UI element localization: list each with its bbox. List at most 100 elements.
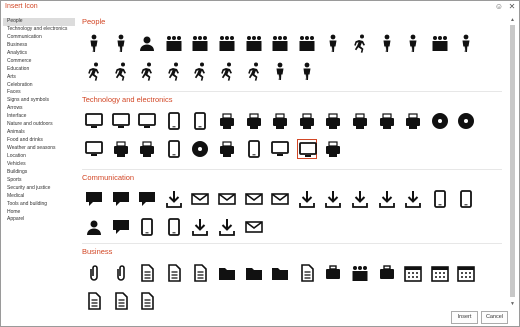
list-document-icon[interactable] [137, 291, 157, 311]
id-card-icon[interactable] [297, 263, 317, 283]
cd-disc-icon[interactable] [430, 111, 450, 131]
sidebar-item-arts[interactable]: Arts [3, 74, 75, 82]
insert-button[interactable]: Insert [451, 311, 478, 324]
television-icon[interactable] [270, 139, 290, 159]
satellite-dish-icon[interactable] [190, 217, 210, 237]
teacher-at-board-icon[interactable] [297, 61, 317, 81]
microphone-icon[interactable] [137, 217, 157, 237]
family-group-icon[interactable] [430, 33, 450, 53]
desktop-computer-icon[interactable] [84, 111, 104, 131]
baby-changing-icon[interactable] [111, 61, 131, 81]
sidebar-item-people[interactable]: People [3, 18, 75, 26]
fax-machine-icon[interactable] [244, 111, 264, 131]
disk-drive-icon[interactable] [403, 111, 423, 131]
sidebar-item-medical[interactable]: Medical [3, 193, 75, 201]
headphones-icon[interactable] [164, 139, 184, 159]
crowd-icon[interactable] [217, 33, 237, 53]
plug-icon[interactable] [137, 139, 157, 159]
cancel-button[interactable]: Cancel [481, 311, 508, 324]
man-icon[interactable] [84, 33, 104, 53]
cloud-sync-icon[interactable] [323, 189, 343, 209]
envelope-icon[interactable] [190, 189, 210, 209]
document-icon[interactable] [137, 263, 157, 283]
scroll-thumb[interactable] [510, 25, 515, 297]
crawling-man-icon[interactable] [137, 61, 157, 81]
printer-icon[interactable] [217, 111, 237, 131]
family-kids-icon[interactable] [297, 33, 317, 53]
speakers-icon[interactable] [217, 139, 237, 159]
close-icon[interactable]: ✕ [507, 2, 517, 12]
wheelchair-icon[interactable] [244, 61, 264, 81]
parent-baby-icon[interactable] [403, 33, 423, 53]
family-icon[interactable] [164, 33, 184, 53]
router-icon[interactable] [350, 111, 370, 131]
sidebar-item-faces[interactable]: Faces [3, 89, 75, 97]
presentation-screen-icon[interactable] [296, 139, 317, 159]
clipboard-icon[interactable] [190, 263, 210, 283]
running-fast-icon[interactable] [190, 61, 210, 81]
man-with-briefcase-icon[interactable] [377, 33, 397, 53]
radio-icon[interactable] [377, 111, 397, 131]
sidebar-item-location[interactable]: Location [3, 153, 75, 161]
calendar-icon[interactable] [403, 263, 423, 283]
sidebar-item-celebration[interactable]: Celebration [3, 82, 75, 90]
report-icon[interactable] [111, 291, 131, 311]
camera-icon[interactable] [456, 111, 476, 131]
calendar-grid-icon[interactable] [430, 263, 450, 283]
remote-control-icon[interactable] [244, 139, 264, 159]
game-controller-icon[interactable] [111, 139, 131, 159]
smile-icon[interactable]: ☺ [494, 2, 504, 12]
elderly-with-cane-icon[interactable] [217, 61, 237, 81]
baby-icon[interactable] [456, 33, 476, 53]
scroll-down-icon[interactable]: ▼ [508, 301, 517, 308]
stapler-icon[interactable] [111, 263, 131, 283]
handshake-icon[interactable] [377, 263, 397, 283]
network-hub-icon[interactable] [164, 189, 184, 209]
checklist-icon[interactable] [84, 291, 104, 311]
server-rack-icon[interactable] [297, 111, 317, 131]
projector-icon[interactable] [323, 139, 343, 159]
laptop-icon[interactable] [111, 111, 131, 131]
team-meeting-icon[interactable] [350, 263, 370, 283]
couple-icon[interactable] [244, 33, 264, 53]
inbox-icon[interactable] [270, 189, 290, 209]
group-icon[interactable] [190, 33, 210, 53]
sidebar-item-arrows[interactable]: Arrows [3, 105, 75, 113]
woman-icon[interactable] [111, 33, 131, 53]
pin-comment-icon[interactable] [111, 217, 131, 237]
sidebar-item-analytics[interactable]: Analytics [3, 50, 75, 58]
mail-icon[interactable] [244, 189, 264, 209]
monitor-icon[interactable] [137, 111, 157, 131]
download-icon[interactable] [297, 189, 317, 209]
scrollbar[interactable]: ▲ ▼ [508, 17, 517, 308]
sidebar-item-technology-and-electronics[interactable]: Technology and electronics [3, 26, 75, 34]
sidebar-item-education[interactable]: Education [3, 66, 75, 74]
sidebar-item-home[interactable]: Home [3, 209, 75, 217]
megaphone-icon[interactable] [164, 217, 184, 237]
sidebar-item-vehicles[interactable]: Vehicles [3, 161, 75, 169]
thought-bubble-icon[interactable] [137, 189, 157, 209]
sidebar-item-interface[interactable]: Interface [3, 113, 75, 121]
link-icon[interactable] [350, 189, 370, 209]
newspaper-icon[interactable] [244, 217, 264, 237]
sidebar-item-security-and-justice[interactable]: Security and justice [3, 185, 75, 193]
sidebar-item-food-and-drinks[interactable]: Food and drinks [3, 137, 75, 145]
headset-person-icon[interactable] [84, 217, 104, 237]
sidebar-item-animals[interactable]: Animals [3, 129, 75, 137]
satellite-icon[interactable] [217, 217, 237, 237]
chat-bubble-icon[interactable] [111, 189, 131, 209]
smartphone-icon[interactable] [164, 111, 184, 131]
sidebar-item-business[interactable]: Business [3, 42, 75, 50]
briefcase-icon[interactable] [270, 263, 290, 283]
sidebar-item-weather-and-seasons[interactable]: Weather and seasons [3, 145, 75, 153]
paper-plane-icon[interactable] [377, 189, 397, 209]
sidebar-item-communication[interactable]: Communication [3, 34, 75, 42]
comment-icon[interactable] [84, 189, 104, 209]
webcam-icon[interactable] [84, 139, 104, 159]
sidebar-item-buildings[interactable]: Buildings [3, 169, 75, 177]
telephone-icon[interactable] [456, 189, 476, 209]
paperclip-icon[interactable] [84, 263, 104, 283]
parent-stroller-icon[interactable] [350, 33, 370, 53]
presenter-icon[interactable] [270, 61, 290, 81]
running-man-icon[interactable] [164, 61, 184, 81]
